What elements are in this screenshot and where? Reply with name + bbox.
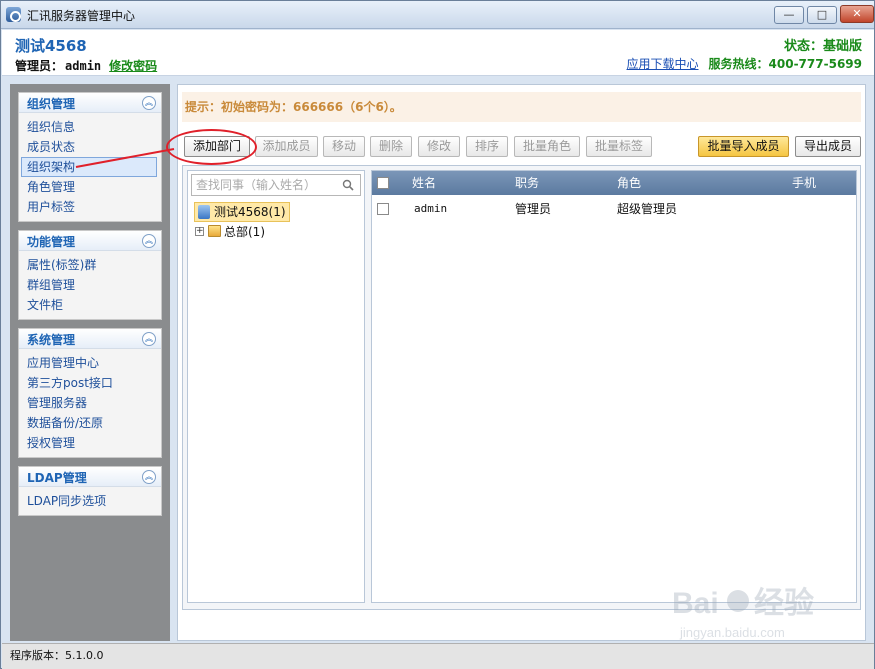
- collapse-icon[interactable]: ︽: [142, 470, 156, 484]
- batch-role-button[interactable]: 批量角色: [514, 136, 580, 157]
- sidebar-item-backup-restore[interactable]: 数据备份/还原: [19, 413, 161, 433]
- organization-icon: [198, 205, 210, 219]
- license-status: 状态：基础版: [783, 39, 862, 54]
- sidebar-group-title: 组织管理: [27, 97, 76, 111]
- sidebar-group-title: 功能管理: [27, 235, 76, 249]
- sidebar-item-license[interactable]: 授权管理: [19, 433, 161, 453]
- download-center-link[interactable]: 应用下载中心: [627, 57, 699, 71]
- colleague-search-input[interactable]: [192, 175, 337, 195]
- maximize-button[interactable]: □: [807, 6, 837, 24]
- cell-name: admin: [414, 202, 448, 215]
- annotation-arrow: [75, 148, 175, 168]
- cell-title: 管理员: [515, 202, 552, 216]
- main-content: 提示：初始密码为：666666（6个6）。 添加部门 添加成员 移动 删除 修改…: [177, 84, 866, 641]
- sidebar-item-group-management[interactable]: 群组管理: [19, 275, 161, 295]
- change-password-link[interactable]: 修改密码: [109, 59, 157, 73]
- svg-text:经验: 经验: [754, 586, 814, 620]
- colleague-search: [191, 174, 361, 196]
- admin-name: admin: [65, 59, 102, 73]
- sidebar-group-header[interactable]: 组织管理 ︽: [19, 93, 161, 113]
- sidebar-group-title: 系统管理: [27, 333, 76, 347]
- program-version: 程序版本：5.1.0.0: [10, 649, 104, 662]
- tree-node-label: 总部(1): [224, 225, 265, 239]
- select-all-checkbox[interactable]: [377, 177, 389, 189]
- sidebar-group-header[interactable]: 系统管理 ︽: [19, 329, 161, 349]
- annotation-circle: [166, 129, 257, 165]
- app-window: 汇讯服务器管理中心 — □ ✕ 测试4568 管理员： admin 修改密码 状态：…: [0, 0, 875, 669]
- edit-button[interactable]: 修改: [418, 136, 460, 157]
- tree-node-root[interactable]: 测试4568(1): [194, 202, 290, 222]
- status-bar: 程序版本：5.1.0.0: [2, 643, 874, 669]
- sidebar-item-file-cabinet[interactable]: 文件柜: [19, 295, 161, 315]
- org-name: 测试4568: [15, 37, 87, 55]
- svg-text:jingyan.baidu.com: jingyan.baidu.com: [679, 625, 785, 640]
- export-members-button[interactable]: 导出成员: [795, 136, 861, 157]
- department-icon: [208, 225, 221, 237]
- sidebar-item-role-management[interactable]: 角色管理: [19, 177, 161, 197]
- delete-button[interactable]: 删除: [370, 136, 412, 157]
- admin-info: 管理员： admin 修改密码: [15, 57, 157, 74]
- minimize-button[interactable]: —: [774, 6, 804, 24]
- collapse-icon[interactable]: ︽: [142, 332, 156, 346]
- sidebar-group-features: 功能管理 ︽ 属性(标签)群 群组管理 文件柜: [18, 230, 162, 320]
- service-hotline: 服务热线：400-777-5699: [708, 57, 862, 71]
- expand-icon[interactable]: +: [195, 227, 204, 236]
- column-name[interactable]: 姓名: [412, 171, 436, 195]
- column-title[interactable]: 职务: [515, 171, 539, 195]
- collapse-icon[interactable]: ︽: [142, 96, 156, 110]
- sidebar-group-header[interactable]: 功能管理 ︽: [19, 231, 161, 251]
- header-right-links: 应用下载中心 服务热线：400-777-5699: [627, 55, 862, 72]
- sidebar-item-org-info[interactable]: 组织信息: [19, 117, 161, 137]
- sidebar-item-post-api[interactable]: 第三方post接口: [19, 373, 161, 393]
- baidu-watermark: Bai 经验 jingyan.baidu.com: [672, 586, 814, 640]
- password-hint: 提示：初始密码为：666666（6个6）。: [182, 92, 861, 122]
- batch-tag-button[interactable]: 批量标签: [586, 136, 652, 157]
- sidebar-item-manage-server[interactable]: 管理服务器: [19, 393, 161, 413]
- svg-text:Bai: Bai: [672, 587, 719, 620]
- admin-label: 管理员：: [15, 59, 64, 73]
- column-role[interactable]: 角色: [617, 171, 641, 195]
- column-phone[interactable]: 手机: [792, 171, 816, 195]
- sidebar-group-header[interactable]: LDAP管理 ︽: [19, 467, 161, 487]
- cell-role: 超级管理员: [617, 202, 678, 216]
- sidebar-item-app-center[interactable]: 应用管理中心: [19, 353, 161, 373]
- tree-node-headquarters[interactable]: + 总部(1): [194, 223, 265, 241]
- app-header: 测试4568 管理员： admin 修改密码 状态：基础版 应用下载中心 服务热线：4…: [2, 30, 874, 76]
- sidebar-group-system: 系统管理 ︽ 应用管理中心 第三方post接口 管理服务器 数据备份/还原 授权…: [18, 328, 162, 458]
- move-button[interactable]: 移动: [323, 136, 365, 157]
- add-member-button[interactable]: 添加成员: [255, 136, 318, 157]
- member-grid: 姓名 职务 角色 手机 admin 管理员 超级管理员: [371, 170, 857, 603]
- batch-import-members-button[interactable]: 批量导入成员: [698, 136, 789, 157]
- window-title: 汇讯服务器管理中心: [27, 9, 136, 23]
- sidebar-group-ldap: LDAP管理 ︽ LDAP同步选项: [18, 466, 162, 516]
- tree-node-label: 测试4568(1): [214, 205, 286, 219]
- close-button[interactable]: ✕: [840, 5, 874, 23]
- title-bar[interactable]: 汇讯服务器管理中心 — □ ✕: [1, 1, 874, 29]
- grid-header: 姓名 职务 角色 手机: [372, 171, 856, 195]
- sort-button[interactable]: 排序: [466, 136, 508, 157]
- collapse-icon[interactable]: ︽: [142, 234, 156, 248]
- sidebar-item-user-tags[interactable]: 用户标签: [19, 197, 161, 217]
- app-logo-icon: [6, 7, 21, 22]
- sidebar-group-title: LDAP管理: [27, 471, 87, 485]
- org-tree-panel: 测试4568(1) + 总部(1): [187, 170, 365, 603]
- sidebar-item-ldap-sync[interactable]: LDAP同步选项: [19, 491, 161, 511]
- search-icon[interactable]: [342, 179, 354, 191]
- row-checkbox[interactable]: [377, 203, 389, 215]
- sidebar-item-tag-groups[interactable]: 属性(标签)群: [19, 255, 161, 275]
- org-panel: 测试4568(1) + 总部(1) 姓名 职务 角色 手机: [182, 165, 861, 610]
- table-row[interactable]: admin 管理员 超级管理员: [372, 197, 856, 221]
